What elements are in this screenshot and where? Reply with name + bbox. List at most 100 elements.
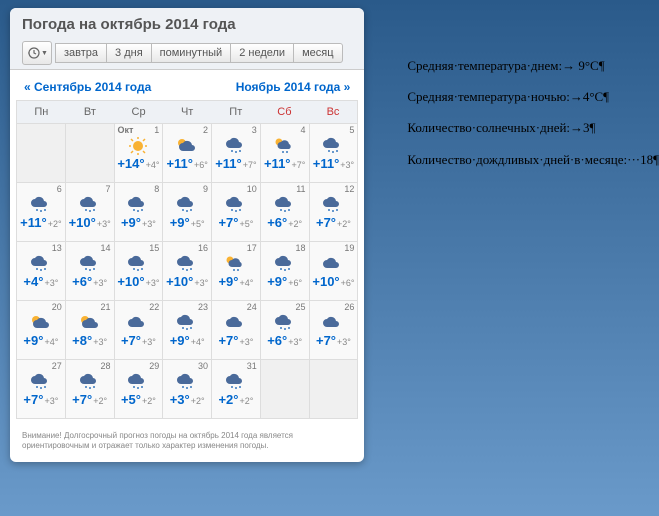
- day-cell[interactable]: 29+5°+2°: [115, 360, 163, 418]
- temp-high: +5°: [121, 392, 141, 407]
- tab-tomorrow[interactable]: завтра: [55, 43, 107, 63]
- temp-high: +9°: [121, 215, 141, 230]
- weather-pcr-icon: [224, 255, 248, 273]
- day-number: 22: [149, 302, 159, 312]
- temp-low: +5°: [191, 219, 205, 229]
- weather-pc-icon: [29, 314, 53, 332]
- tab-2weeks[interactable]: 2 недели: [230, 43, 294, 63]
- empty-cell: [261, 360, 309, 418]
- temp-high: +9°: [267, 274, 287, 289]
- weather-rain-icon: [224, 196, 248, 214]
- day-number: 23: [198, 302, 208, 312]
- dow-fri: Пт: [211, 101, 260, 123]
- day-cell[interactable]: 9+9°+5°: [163, 183, 211, 241]
- history-button[interactable]: ▼: [22, 41, 52, 65]
- temp-low: +4°: [44, 337, 58, 347]
- temp-high: +8°: [72, 333, 92, 348]
- temp-low: +2°: [48, 219, 62, 229]
- tab-minute[interactable]: поминутный: [151, 43, 232, 63]
- weather-rain-icon: [78, 196, 102, 214]
- dow-wed: Ср: [114, 101, 163, 123]
- day-cell[interactable]: 18+9°+6°: [261, 242, 309, 300]
- forecast-footnote: Внимание! Долгосрочный прогноз погоды на…: [10, 425, 364, 462]
- weather-rain-icon: [126, 255, 150, 273]
- temp-high: +11°: [166, 156, 193, 171]
- day-cell[interactable]: 15+10°+3°: [115, 242, 163, 300]
- weather-cloud-icon: [321, 314, 345, 332]
- weather-rain-icon: [224, 373, 248, 391]
- day-cell[interactable]: 7+10°+3°: [66, 183, 114, 241]
- temp-high: +7°: [316, 333, 336, 348]
- day-cell[interactable]: 13+4°+3°: [17, 242, 65, 300]
- day-cell[interactable]: 23+9°+4°: [163, 301, 211, 359]
- day-cell[interactable]: 22+7°+3°: [115, 301, 163, 359]
- day-cell[interactable]: 14+6°+3°: [66, 242, 114, 300]
- summary-text: Средняя·температура·днем:→ 9°С¶ Средняя·…: [407, 50, 659, 468]
- weather-rain-icon: [321, 137, 345, 155]
- temp-high: +6°: [72, 274, 92, 289]
- empty-cell: [17, 124, 65, 182]
- day-cell[interactable]: 19+10°+6°: [310, 242, 358, 300]
- temp-high: +4°: [23, 274, 43, 289]
- day-cell[interactable]: 25+6°+3°: [261, 301, 309, 359]
- day-cell[interactable]: 24+7°+3°: [212, 301, 260, 359]
- day-cell[interactable]: 31+2°+2°: [212, 360, 260, 418]
- day-number: 4: [301, 125, 306, 135]
- day-cell[interactable]: 10+7°+5°: [212, 183, 260, 241]
- weather-rain-icon: [273, 255, 297, 273]
- page-title: Погода на октябрь 2014 года: [22, 16, 352, 33]
- tab-month[interactable]: месяц: [293, 43, 342, 63]
- temp-low: +3°: [44, 278, 58, 288]
- day-cell[interactable]: 2+11°+6°: [163, 124, 211, 182]
- day-number: 11: [296, 184, 305, 194]
- temp-high: +10°: [312, 274, 339, 289]
- temp-low: +6°: [341, 278, 355, 288]
- day-cell[interactable]: 12+7°+2°: [310, 183, 358, 241]
- day-cell[interactable]: 26+7°+3°: [310, 301, 358, 359]
- day-number: 3: [252, 125, 257, 135]
- weather-rain-icon: [273, 196, 297, 214]
- weather-rain-icon: [175, 255, 199, 273]
- next-month-link[interactable]: Ноябрь 2014 года »: [236, 80, 351, 94]
- temp-low: +3°: [337, 337, 351, 347]
- summary-line: Средняя·температура·днем:→ 9°С¶: [407, 50, 659, 81]
- temp-high: +7°: [121, 333, 141, 348]
- temp-low: +3°: [97, 219, 111, 229]
- day-cell[interactable]: 27+7°+3°: [17, 360, 65, 418]
- temp-high: +9°: [170, 215, 190, 230]
- day-cell[interactable]: 28+7°+2°: [66, 360, 114, 418]
- day-cell[interactable]: 20+9°+4°: [17, 301, 65, 359]
- day-cell[interactable]: 8+9°+3°: [115, 183, 163, 241]
- day-number: 24: [247, 302, 257, 312]
- temp-low: +5°: [239, 219, 253, 229]
- day-cell[interactable]: 11+6°+2°: [261, 183, 309, 241]
- day-number: 29: [149, 361, 159, 371]
- day-cell[interactable]: 3+11°+7°: [212, 124, 260, 182]
- day-cell[interactable]: 5+11°+3°: [310, 124, 358, 182]
- day-cell[interactable]: 6+11°+2°: [17, 183, 65, 241]
- weather-rain-icon: [29, 255, 53, 273]
- temp-low: +3°: [239, 337, 253, 347]
- temp-low: +2°: [288, 219, 302, 229]
- temp-low: +3°: [44, 396, 58, 406]
- temp-low: +2°: [337, 219, 351, 229]
- weather-rain-icon: [29, 196, 53, 214]
- day-cell[interactable]: 30+3°+2°: [163, 360, 211, 418]
- weather-rain-icon: [273, 314, 297, 332]
- day-cell[interactable]: 16+10°+3°: [163, 242, 211, 300]
- day-cell[interactable]: 17+9°+4°: [212, 242, 260, 300]
- day-cell[interactable]: 4+11°+7°: [261, 124, 309, 182]
- weather-pc-icon: [78, 314, 102, 332]
- dow-thu: Чт: [163, 101, 212, 123]
- day-cell[interactable]: 21+8°+3°: [66, 301, 114, 359]
- temp-low: +3°: [146, 278, 160, 288]
- weather-rain-icon: [321, 196, 345, 214]
- prev-month-link[interactable]: « Сентябрь 2014 года: [24, 80, 151, 94]
- tab-3days[interactable]: 3 дня: [106, 43, 152, 63]
- weather-cloud-icon: [224, 314, 248, 332]
- temp-high: +9°: [218, 274, 238, 289]
- day-number: 30: [198, 361, 208, 371]
- day-cell[interactable]: Окт1+14°+4°: [115, 124, 163, 182]
- temp-high: +7°: [218, 215, 238, 230]
- day-number: 6: [57, 184, 62, 194]
